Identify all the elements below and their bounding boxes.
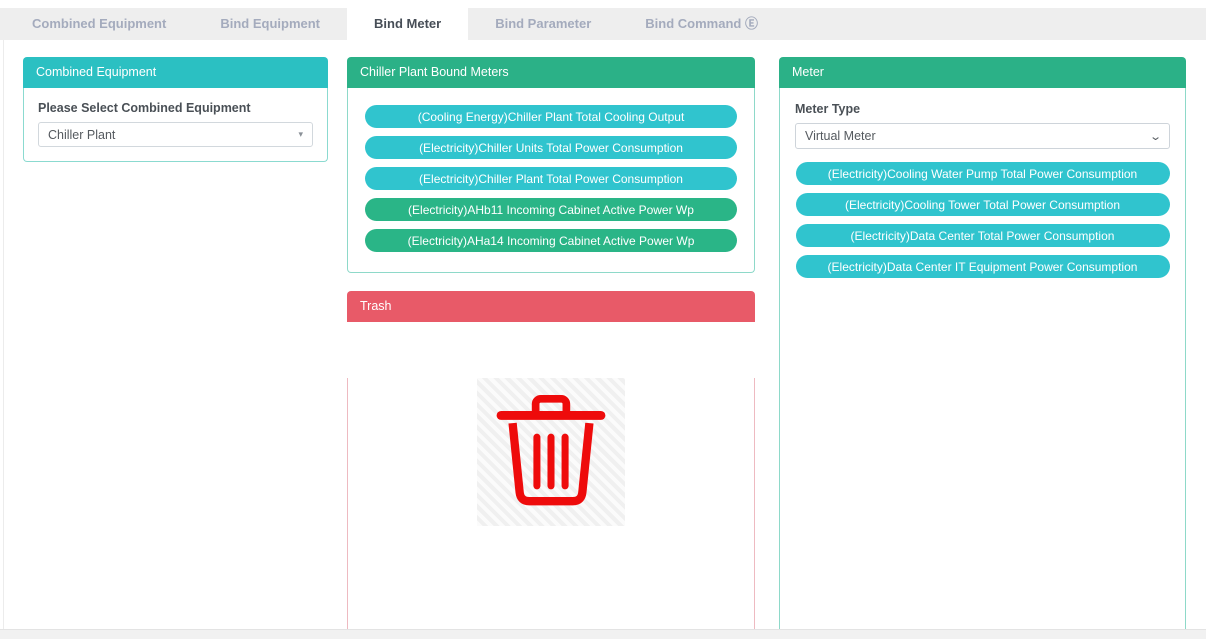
combined-equipment-panel: Combined Equipment Please Select Combine…	[23, 57, 328, 162]
meter-pill-label: (Electricity)Cooling Water Pump Total Po…	[828, 167, 1137, 181]
bound-meter-pill[interactable]: (Electricity)Chiller Plant Total Power C…	[365, 167, 737, 190]
page-bottom-strip	[0, 629, 1206, 639]
combined-equipment-selected-value: Chiller Plant	[48, 128, 115, 142]
bound-meter-pill[interactable]: (Electricity)Chiller Units Total Power C…	[365, 136, 737, 159]
tab-label: Bind Command Ⓔ	[645, 16, 758, 31]
tab-label: Combined Equipment	[32, 16, 166, 31]
meter-type-label: Meter Type	[795, 102, 1170, 116]
meter-pill-list: (Electricity)Cooling Water Pump Total Po…	[795, 162, 1170, 278]
meter-panel: Meter Meter Type Virtual Meter ⌄ (Electr…	[779, 57, 1186, 639]
bound-meter-pill-label: (Electricity)Chiller Plant Total Power C…	[419, 172, 683, 186]
bound-meter-pill-label: (Electricity)Chiller Units Total Power C…	[419, 141, 683, 155]
bound-meter-pill[interactable]: (Electricity)AHb11 Incoming Cabinet Acti…	[365, 198, 737, 221]
meter-panel-header: Meter	[779, 57, 1186, 88]
page-left-edge	[3, 40, 4, 630]
meter-type-select[interactable]: Virtual Meter ⌄	[795, 123, 1170, 149]
meter-type-selected-value: Virtual Meter	[805, 129, 876, 143]
tab[interactable]: Bind Command Ⓔ	[618, 8, 785, 40]
bound-meter-pill[interactable]: (Cooling Energy)Chiller Plant Total Cool…	[365, 105, 737, 128]
tab[interactable]: Combined Equipment	[5, 8, 193, 40]
meter-pill[interactable]: (Electricity)Data Center Total Power Con…	[796, 224, 1170, 247]
tab[interactable]: Bind Parameter	[468, 8, 618, 40]
meter-pill-label: (Electricity)Data Center IT Equipment Po…	[828, 260, 1138, 274]
tab[interactable]: Bind Meter	[347, 8, 468, 40]
tab[interactable]: Bind Equipment	[193, 8, 347, 40]
tab-label: Bind Meter	[374, 16, 441, 31]
trash-drop-zone[interactable]	[477, 378, 625, 526]
trash-panel-header: Trash	[347, 291, 755, 322]
bound-meter-pill-label: (Electricity)AHb11 Incoming Cabinet Acti…	[408, 203, 694, 217]
bound-meter-pill-label: (Electricity)AHa14 Incoming Cabinet Acti…	[408, 234, 695, 248]
chevron-down-icon: ⌄	[1149, 130, 1162, 143]
meter-pill[interactable]: (Electricity)Cooling Tower Total Power C…	[796, 193, 1170, 216]
meter-pill-label: (Electricity)Cooling Tower Total Power C…	[845, 198, 1120, 212]
caret-down-icon: ▾	[298, 129, 303, 140]
meter-panel-body: Meter Type Virtual Meter ⌄ (Electricity)…	[779, 88, 1186, 639]
meter-pill[interactable]: (Electricity)Data Center IT Equipment Po…	[796, 255, 1170, 278]
trash-icon	[487, 386, 615, 519]
trash-panel: Trash	[347, 291, 755, 639]
bound-meters-panel-body: (Cooling Energy)Chiller Plant Total Cool…	[347, 88, 755, 273]
meter-pill-label: (Electricity)Data Center Total Power Con…	[851, 229, 1115, 243]
combined-equipment-panel-body: Please Select Combined Equipment Chiller…	[23, 88, 328, 162]
tab-bar: Combined Equipment Bind Equipment Bind M…	[0, 8, 1206, 40]
trash-panel-body[interactable]	[347, 378, 755, 639]
combined-equipment-select-label: Please Select Combined Equipment	[38, 101, 313, 115]
combined-equipment-select[interactable]: Chiller Plant ▾	[38, 122, 313, 147]
bound-meters-panel-header: Chiller Plant Bound Meters	[347, 57, 755, 88]
bound-meter-pill[interactable]: (Electricity)AHa14 Incoming Cabinet Acti…	[365, 229, 737, 252]
bound-meter-pill-label: (Cooling Energy)Chiller Plant Total Cool…	[418, 110, 685, 124]
tab-label: Bind Equipment	[220, 16, 320, 31]
tab-label: Bind Parameter	[495, 16, 591, 31]
combined-equipment-panel-header: Combined Equipment	[23, 57, 328, 88]
meter-pill[interactable]: (Electricity)Cooling Water Pump Total Po…	[796, 162, 1170, 185]
bound-meters-panel: Chiller Plant Bound Meters (Cooling Ener…	[347, 57, 755, 273]
